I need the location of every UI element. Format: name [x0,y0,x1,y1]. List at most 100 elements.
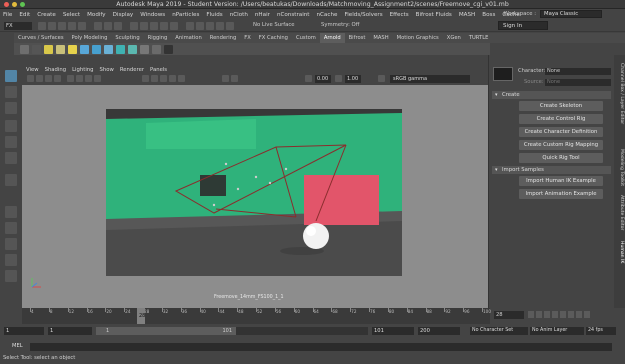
ipr-icon[interactable] [206,22,214,30]
select-hierarchy-icon[interactable] [94,22,102,30]
playback-end-field[interactable]: 101 [372,327,414,335]
hypershade-icon[interactable] [226,22,234,30]
symmetry-label[interactable]: Symmetry: Off [321,22,359,28]
playback-start-field[interactable]: 1 [48,327,92,335]
gate-mask-icon[interactable] [94,75,101,82]
scene-end-field[interactable]: 200 [418,327,460,335]
snap-surface-icon[interactable] [170,22,178,30]
select-component-icon[interactable] [114,22,122,30]
menu-fluids[interactable]: Fluids [206,12,222,18]
shelf-tab-poly-modeling[interactable]: Poly Modeling [68,33,112,43]
shelf-tab-rendering[interactable]: Rendering [206,33,241,43]
standin-icon[interactable] [128,44,137,54]
panel-menu-view[interactable]: View [26,67,39,73]
four-view-layout-icon[interactable] [5,222,17,234]
create-section-header[interactable]: Create [492,91,611,99]
single-view-layout-icon[interactable] [5,206,17,218]
character-dropdown[interactable]: None [545,68,611,75]
time-ruler[interactable]: 4 8 12 16 20 24 28 32 36 40 44 48 52 56 60 64 68 72 76 80 84… [22,308,491,324]
select-object-icon[interactable] [104,22,112,30]
color-management-icon[interactable] [378,75,385,82]
shelf-tab-custom[interactable]: Custom [292,33,320,43]
panel-menu-show[interactable]: Show [100,67,114,73]
gamma-field[interactable]: 1.00 [345,75,361,83]
texture-manager-icon[interactable] [152,44,161,54]
mesh-light-icon[interactable] [56,44,65,54]
mel-label[interactable]: MEL [12,343,23,349]
menu-ncache[interactable]: nCache [316,12,337,18]
shelf-tab-fx[interactable]: FX [240,33,255,43]
menu-mash[interactable]: MASH [459,12,475,18]
tab-channel-box[interactable]: Channel Box / Layer Editor [615,63,624,124]
source-dropdown[interactable]: None [545,79,611,86]
outliner-layout-icon[interactable] [5,270,17,282]
resolution-gate-icon[interactable] [85,75,92,82]
shelf-tab-sculpting[interactable]: Sculpting [111,33,143,43]
quick-rig-tool-button[interactable]: Quick Rig Tool [519,153,603,163]
menu-display[interactable]: Display [113,12,134,18]
scale-tool-icon[interactable] [5,152,17,164]
open-scene-icon[interactable] [48,22,56,30]
tab-modeling-toolkit[interactable]: Modeling Toolkit [615,149,624,186]
exposure-field[interactable]: 0.00 [315,75,331,83]
create-character-definition-button[interactable]: Create Character Definition [519,127,603,137]
render-settings-icon[interactable] [216,22,224,30]
snap-point-icon[interactable] [150,22,158,30]
menu-boss[interactable]: Boss [482,12,495,18]
view-transform-dropdown[interactable]: sRGB gamma [390,75,470,83]
menu-create[interactable]: Create [37,12,56,18]
menu-modify[interactable]: Modify [87,12,106,18]
lights-icon[interactable] [169,75,176,82]
play-backwards-icon[interactable] [552,311,558,318]
shelf-tab-fx-caching[interactable]: FX Caching [255,33,292,43]
snap-grid-icon[interactable] [130,22,138,30]
undo-icon[interactable] [68,22,76,30]
grid-icon[interactable] [67,75,74,82]
panel-menu-lighting[interactable]: Lighting [72,67,93,73]
move-tool-icon[interactable] [5,120,17,132]
redo-icon[interactable] [78,22,86,30]
arnold-render-icon[interactable] [32,44,41,54]
menu-fields-solvers[interactable]: Fields/Solvers [344,12,382,18]
anim-layer-dropdown[interactable]: No Anim Layer [530,327,584,335]
menuset-dropdown[interactable]: FX [4,22,32,30]
shelf-tab-curves-surfaces[interactable]: Curves / Surfaces [14,33,68,43]
perspective-viewport[interactable]: Freemove_14mm_FS100_1_1 [22,85,488,308]
panel-menu-panels[interactable]: Panels [150,67,167,73]
snap-view-icon[interactable] [160,22,168,30]
last-tool-icon[interactable] [5,174,17,186]
shelf-tab-bifrost[interactable]: Bifrost [345,33,370,43]
panel-menu-shading[interactable]: Shading [45,67,67,73]
menu-bifrost-fluids[interactable]: Bifrost Fluids [416,12,452,18]
shelf-tab-animation[interactable]: Animation [171,33,205,43]
play-forwards-icon[interactable] [560,311,566,318]
create-custom-rig-mapping-button[interactable]: Create Custom Rig Mapping [519,140,603,150]
shelf-tab-rigging[interactable]: Rigging [144,33,172,43]
gamma-icon[interactable] [335,75,342,82]
shelf-tab-motion-graphics[interactable]: Motion Graphics [393,33,443,43]
save-scene-icon[interactable] [58,22,66,30]
menu-effects[interactable]: Effects [390,12,409,18]
menu-nparticles[interactable]: nParticles [172,12,199,18]
menu-select[interactable]: Select [63,12,80,18]
range-slider[interactable]: 1 101 [96,327,368,335]
lasso-tool-icon[interactable] [5,86,17,98]
current-frame-field[interactable]: 28 [494,311,524,319]
range-slider-handle[interactable]: 1 101 [96,327,236,335]
shelf-tab-mash[interactable]: MASH [369,33,392,43]
camera-select-icon[interactable] [27,75,34,82]
bookmark-icon[interactable] [45,75,52,82]
create-skeleton-button[interactable]: Create Skeleton [519,101,603,111]
paint-select-tool-icon[interactable] [5,102,17,114]
go-to-end-icon[interactable] [584,311,590,318]
create-control-rig-button[interactable]: Create Control Rig [519,114,603,124]
physical-sky-icon[interactable] [92,44,101,54]
shelf-tab-turtle[interactable]: TURTLE [465,33,493,43]
step-forward-frame-icon[interactable] [568,311,574,318]
import-samples-section-header[interactable]: Import Samples [492,166,611,174]
import-human-ik-example-button[interactable]: Import Human IK Example [519,176,603,186]
mel-input[interactable] [30,343,612,351]
exposure-icon[interactable] [305,75,312,82]
import-animation-example-button[interactable]: Import Animation Example [519,189,603,199]
area-light-icon[interactable] [44,44,53,54]
